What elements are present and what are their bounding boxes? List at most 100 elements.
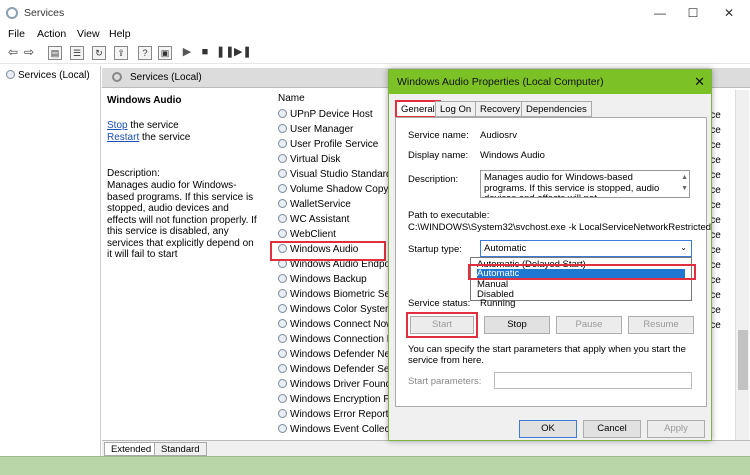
tab-standard[interactable]: Standard bbox=[154, 442, 207, 456]
refresh-icon[interactable]: ↻ bbox=[92, 46, 106, 60]
list-item[interactable]: Windows Backup bbox=[278, 274, 367, 289]
list-item[interactable]: Windows Defender Ser bbox=[278, 364, 393, 379]
services-header-title: Services (Local) bbox=[130, 72, 202, 83]
description-box[interactable]: Manages audio for Windows-based programs… bbox=[480, 170, 690, 198]
dialog-titlebar: Windows Audio Properties (Local Computer… bbox=[389, 70, 711, 94]
list-item[interactable]: User Profile Service bbox=[278, 139, 378, 154]
gear-icon bbox=[278, 169, 287, 178]
gear-icon bbox=[278, 214, 287, 223]
menu-action[interactable]: Action bbox=[37, 28, 66, 40]
gear-icon bbox=[278, 349, 287, 358]
forward-icon[interactable]: ⇨ bbox=[22, 46, 36, 60]
service-name: Windows Driver Found bbox=[290, 379, 392, 390]
start-params-hint: You can specify the start parameters tha… bbox=[408, 344, 686, 366]
list-item[interactable]: UPnP Device Host bbox=[278, 109, 373, 124]
apply-button[interactable]: Apply bbox=[647, 420, 705, 438]
list-item[interactable]: Virtual Disk bbox=[278, 154, 340, 169]
tab-recovery[interactable]: Recovery bbox=[475, 101, 526, 117]
list-item[interactable]: Windows Audio Endpoi bbox=[278, 259, 392, 274]
list-item[interactable]: Visual Studio Standard C bbox=[278, 169, 402, 184]
list-item[interactable]: Windows Encryption Pr bbox=[278, 394, 393, 409]
service-status-value: Running bbox=[480, 298, 516, 309]
dialog-close-button[interactable]: ✕ bbox=[694, 74, 705, 90]
gear-icon bbox=[278, 424, 287, 433]
list-item[interactable]: WC Assistant bbox=[278, 214, 349, 229]
description-pane: Windows Audio Stop the service Restart t… bbox=[103, 90, 268, 440]
start-button-highlight bbox=[406, 312, 478, 338]
service-status-label: Service status: bbox=[408, 298, 471, 309]
toolbar: ⇦ ⇨ ▤ ☰ ↻ ⇪ ? ▣ ▶ ■ ❚❚ ▶❚ bbox=[0, 44, 750, 64]
list-item[interactable]: Windows Defender Net bbox=[278, 349, 393, 364]
menu-help[interactable]: Help bbox=[109, 28, 131, 40]
list-item[interactable]: Windows Driver Found bbox=[278, 379, 391, 394]
ok-button[interactable]: OK bbox=[519, 420, 577, 438]
gear-icon bbox=[278, 124, 287, 133]
list-item[interactable]: Windows Connection M bbox=[278, 334, 395, 349]
column-header-name[interactable]: Name bbox=[278, 93, 305, 104]
close-button[interactable]: ✕ bbox=[714, 4, 744, 22]
restart-link[interactable]: Restart bbox=[107, 132, 139, 143]
export-icon[interactable]: ⇪ bbox=[114, 46, 128, 60]
startup-type-select[interactable]: Automatic ⌄ bbox=[480, 240, 692, 257]
stop-link[interactable]: Stop bbox=[107, 120, 128, 131]
automatic-option-highlight bbox=[468, 264, 696, 280]
stop-button[interactable]: Stop bbox=[484, 316, 550, 334]
start-service-icon[interactable]: ▶ bbox=[180, 46, 194, 60]
description-scroll-arrows[interactable]: ▲ ▼ bbox=[681, 172, 688, 194]
list-item[interactable]: Volume Shadow Copy bbox=[278, 184, 388, 199]
gear-icon bbox=[278, 379, 287, 388]
window-titlebar: Services — ☐ ✕ bbox=[0, 0, 750, 26]
scrollbar-thumb[interactable] bbox=[738, 330, 748, 390]
pause-button[interactable]: Pause bbox=[556, 316, 622, 334]
list-item[interactable]: Windows Error Reportin bbox=[278, 409, 396, 424]
path-value: C:\WINDOWS\System32\svchost.exe -k Local… bbox=[408, 222, 712, 233]
restart-link-suffix: the service bbox=[139, 132, 191, 143]
start-params-input[interactable] bbox=[494, 372, 692, 389]
service-name: Windows Backup bbox=[290, 274, 367, 285]
cancel-button[interactable]: Cancel bbox=[583, 420, 641, 438]
list-view-icon[interactable]: ☰ bbox=[70, 46, 84, 60]
general-tab-panel: Service name: Audiosrv Display name: Win… bbox=[395, 117, 711, 407]
service-name: Windows Biometric Ser bbox=[290, 289, 394, 300]
list-item[interactable]: Windows Color System bbox=[278, 304, 393, 319]
tab-general[interactable]: General bbox=[395, 100, 441, 118]
stop-service-icon[interactable]: ■ bbox=[198, 46, 212, 60]
tab-dependencies[interactable]: Dependencies bbox=[521, 101, 592, 117]
service-name: Virtual Disk bbox=[290, 154, 341, 165]
list-item[interactable]: User Manager bbox=[278, 124, 353, 139]
show-hide-tree-icon[interactable]: ▤ bbox=[48, 46, 62, 60]
minimize-button[interactable]: — bbox=[645, 4, 675, 22]
service-name: Windows Encryption Pr bbox=[290, 394, 394, 405]
pause-service-icon[interactable]: ❚❚ bbox=[216, 46, 234, 60]
service-name: Windows Event Collect bbox=[290, 424, 393, 435]
restart-service-line: Restart the service bbox=[107, 132, 190, 143]
list-item[interactable]: Windows Connect Now bbox=[278, 319, 393, 334]
vertical-scrollbar[interactable] bbox=[735, 90, 749, 440]
service-name: Windows Defender Ser bbox=[290, 364, 393, 375]
gear-icon bbox=[278, 409, 287, 418]
chevron-down-icon: ⌄ bbox=[680, 243, 687, 252]
list-item[interactable]: Windows Biometric Ser bbox=[278, 289, 393, 304]
display-name-value: Windows Audio bbox=[480, 150, 545, 161]
gear-icon bbox=[278, 364, 287, 373]
tab-extended[interactable]: Extended bbox=[104, 442, 159, 456]
menu-file[interactable]: File bbox=[8, 28, 25, 40]
menu-bar: File Action View Help bbox=[0, 26, 750, 44]
help-icon[interactable]: ? bbox=[138, 46, 152, 60]
service-name: WC Assistant bbox=[290, 214, 350, 225]
list-item[interactable]: Windows Event Collect bbox=[278, 424, 392, 439]
search-icon bbox=[112, 72, 122, 82]
gear-icon bbox=[278, 319, 287, 328]
tree-item-services-local[interactable]: Services (Local) bbox=[6, 70, 90, 81]
service-name: Windows Defender Net bbox=[290, 349, 393, 360]
list-item[interactable]: WalletService bbox=[278, 199, 351, 214]
properties-icon[interactable]: ▣ bbox=[158, 46, 172, 60]
tab-log-on[interactable]: Log On bbox=[435, 101, 477, 117]
menu-view[interactable]: View bbox=[77, 28, 100, 40]
tree-item-label: Services (Local) bbox=[18, 70, 90, 81]
resume-button[interactable]: Resume bbox=[628, 316, 694, 334]
gear-icon bbox=[278, 289, 287, 298]
back-icon[interactable]: ⇦ bbox=[6, 46, 20, 60]
restart-service-icon[interactable]: ▶❚ bbox=[234, 46, 252, 60]
maximize-button[interactable]: ☐ bbox=[678, 4, 708, 22]
